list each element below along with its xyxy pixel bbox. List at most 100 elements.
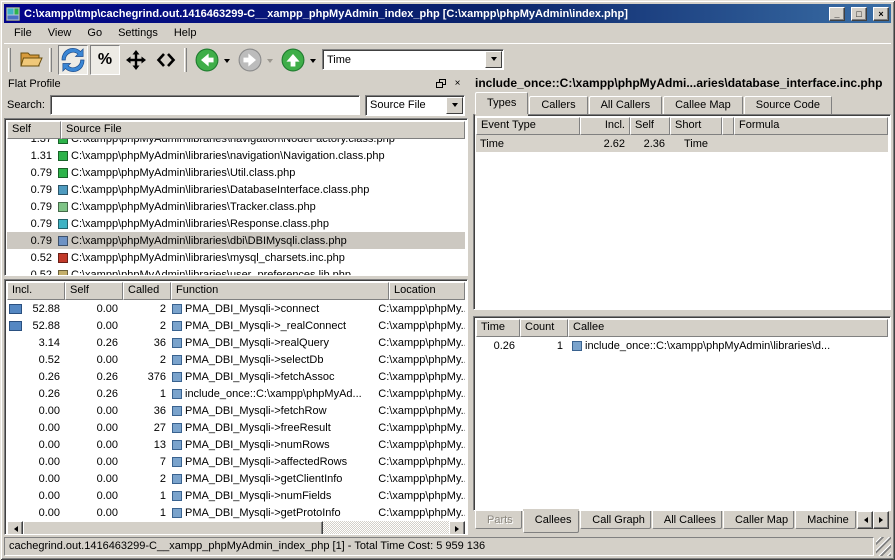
close-button[interactable]: ×: [873, 7, 889, 21]
column-header-self[interactable]: Self: [7, 121, 61, 139]
cycle-grouping-button[interactable]: [58, 45, 88, 75]
table-row[interactable]: 0.79 C:\xampp\phpMyAdmin\libraries\Track…: [7, 198, 465, 215]
column-header-time[interactable]: Time: [476, 319, 520, 337]
self-value: 0.00: [65, 420, 123, 436]
column-header-formula[interactable]: Formula: [734, 117, 888, 135]
minimize-button[interactable]: _: [829, 7, 845, 21]
tab-callers[interactable]: Callers: [529, 96, 587, 114]
shorten-templates-button[interactable]: [152, 46, 180, 74]
column-header-count[interactable]: Count: [520, 319, 568, 337]
grouping-select[interactable]: Source File: [365, 95, 465, 116]
search-input[interactable]: [50, 95, 360, 115]
table-row[interactable]: 0.00 0.00 27 PMA_DBI_Mysqli->freeResult …: [7, 419, 465, 436]
tab-all-callers[interactable]: All Callers: [589, 96, 663, 114]
functions-horizontal-scrollbar[interactable]: [7, 521, 465, 535]
table-row-selected[interactable]: 0.79 C:\xampp\phpMyAdmin\libraries\dbi\D…: [7, 232, 465, 249]
tab-source-code[interactable]: Source Code: [744, 96, 832, 114]
forward-button[interactable]: [236, 46, 264, 74]
table-row[interactable]: 0.52 0.00 2 PMA_DBI_Mysqli->selectDb C:\…: [7, 351, 465, 368]
table-row[interactable]: 0.26 0.26 376 PMA_DBI_Mysqli->fetchAssoc…: [7, 368, 465, 385]
dock-close-icon[interactable]: ×: [451, 78, 464, 90]
tab-machine-code[interactable]: Machine: [795, 511, 856, 529]
functions-table-rows: 52.88 0.00 2 PMA_DBI_Mysqli->connect C:\…: [7, 300, 465, 521]
table-row[interactable]: 1.37 C:\xampp\phpMyAdmin\libraries\navig…: [7, 139, 465, 147]
function-name: PMA_DBI_Mysqli->fetchAssoc: [185, 369, 378, 385]
tab-call-graph[interactable]: Call Graph: [580, 511, 651, 529]
cost-bar-icon: [9, 321, 22, 331]
self-value: 0.79: [7, 199, 57, 215]
tab-all-callees[interactable]: All Callees: [652, 511, 722, 529]
open-file-button[interactable]: [17, 46, 45, 74]
back-dropdown-arrow[interactable]: [224, 59, 230, 66]
table-row[interactable]: 0.00 0.00 2 PMA_DBI_Mysqli->getClientInf…: [7, 470, 465, 487]
file-path: C:\xampp\phpMyAdmin\libraries\Util.class…: [71, 165, 295, 181]
called-value: 1: [123, 505, 171, 521]
app-window: C:\xampp\tmp\cachegrind.out.1416463299-C…: [0, 0, 895, 560]
column-header-source-file[interactable]: Source File: [61, 121, 465, 139]
column-header-incl[interactable]: Incl.: [7, 282, 65, 300]
menu-help[interactable]: Help: [166, 24, 205, 42]
table-row[interactable]: 0.00 0.00 1 PMA_DBI_Mysqli->getProtoInfo…: [7, 504, 465, 521]
column-header-short[interactable]: Short: [670, 117, 722, 135]
table-row[interactable]: 0.79 C:\xampp\phpMyAdmin\libraries\Respo…: [7, 215, 465, 232]
scrollbar-track[interactable]: [323, 521, 449, 535]
up-button[interactable]: [279, 46, 307, 74]
scrollbar-thumb[interactable]: [23, 521, 323, 535]
column-header-blank[interactable]: [722, 117, 734, 135]
column-header-location[interactable]: Location: [389, 282, 465, 300]
table-row[interactable]: 0.26 0.26 1 include_once::C:\xampp\phpMy…: [7, 385, 465, 402]
toolbar-grip[interactable]: [8, 48, 11, 72]
percent-toggle-button[interactable]: %: [90, 45, 120, 75]
called-value: 2: [123, 318, 171, 334]
menu-view[interactable]: View: [40, 24, 80, 42]
scroll-left-button[interactable]: [7, 521, 23, 535]
table-row[interactable]: 0.00 0.00 7 PMA_DBI_Mysqli->affectedRows…: [7, 453, 465, 470]
file-path: C:\xampp\phpMyAdmin\libraries\mysql_char…: [71, 250, 345, 266]
tab-callees[interactable]: Callees: [523, 511, 580, 533]
column-header-incl[interactable]: Incl.: [580, 117, 630, 135]
called-value: 376: [123, 369, 171, 385]
table-row[interactable]: 1.31 C:\xampp\phpMyAdmin\libraries\navig…: [7, 147, 465, 164]
menu-file[interactable]: File: [6, 24, 40, 42]
grouping-dropdown-button[interactable]: [446, 97, 463, 114]
column-header-function[interactable]: Function: [171, 282, 389, 300]
column-header-self[interactable]: Self: [630, 117, 670, 135]
table-row[interactable]: 52.88 0.00 2 PMA_DBI_Mysqli->connect C:\…: [7, 300, 465, 317]
table-row[interactable]: 3.14 0.26 36 PMA_DBI_Mysqli->realQuery C…: [7, 334, 465, 351]
table-row[interactable]: 0.26 1 include_once::C:\xampp\phpMyAdmin…: [476, 337, 888, 354]
dock-float-icon[interactable]: [435, 78, 448, 90]
event-type-select[interactable]: Time: [322, 49, 504, 70]
called-value: 2: [123, 471, 171, 487]
event-type-dropdown-button[interactable]: [485, 51, 502, 68]
resize-grip[interactable]: [876, 537, 891, 556]
table-row[interactable]: 52.88 0.00 2 PMA_DBI_Mysqli->_realConnec…: [7, 317, 465, 334]
column-header-called[interactable]: Called: [123, 282, 171, 300]
table-row[interactable]: 0.79 C:\xampp\phpMyAdmin\libraries\Util.…: [7, 164, 465, 181]
column-header-callee[interactable]: Callee: [568, 319, 888, 337]
function-icon: [172, 440, 182, 450]
column-header-event-type[interactable]: Event Type: [476, 117, 580, 135]
function-icon: [172, 355, 182, 365]
table-row[interactable]: 0.52 C:\xampp\phpMyAdmin\libraries\user_…: [7, 266, 465, 276]
scroll-right-button[interactable]: [449, 521, 465, 535]
tab-scroll-left-button[interactable]: [857, 511, 873, 529]
incl-value: 0.00: [7, 403, 65, 419]
back-button[interactable]: [193, 46, 221, 74]
menu-settings[interactable]: Settings: [110, 24, 166, 42]
tab-types[interactable]: Types: [475, 92, 528, 114]
table-row[interactable]: 0.79 C:\xampp\phpMyAdmin\libraries\Datab…: [7, 181, 465, 198]
menu-go[interactable]: Go: [79, 24, 110, 42]
table-row[interactable]: 0.00 0.00 36 PMA_DBI_Mysqli->fetchRow C:…: [7, 402, 465, 419]
expand-all-button[interactable]: [122, 46, 150, 74]
column-header-self[interactable]: Self: [65, 282, 123, 300]
table-row-selected[interactable]: Time 2.62 2.36 Time: [476, 135, 888, 152]
table-row[interactable]: 0.00 0.00 13 PMA_DBI_Mysqli->numRows C:\…: [7, 436, 465, 453]
maximize-button[interactable]: □: [851, 7, 867, 21]
up-dropdown-arrow[interactable]: [310, 59, 316, 66]
table-row[interactable]: 0.52 C:\xampp\phpMyAdmin\libraries\mysql…: [7, 249, 465, 266]
tab-caller-map[interactable]: Caller Map: [723, 511, 794, 529]
tab-scroll-right-button[interactable]: [873, 511, 889, 529]
tab-callee-map[interactable]: Callee Map: [663, 96, 743, 114]
table-row[interactable]: 0.00 0.00 1 PMA_DBI_Mysqli->numFields C:…: [7, 487, 465, 504]
forward-dropdown-arrow: [267, 59, 273, 66]
